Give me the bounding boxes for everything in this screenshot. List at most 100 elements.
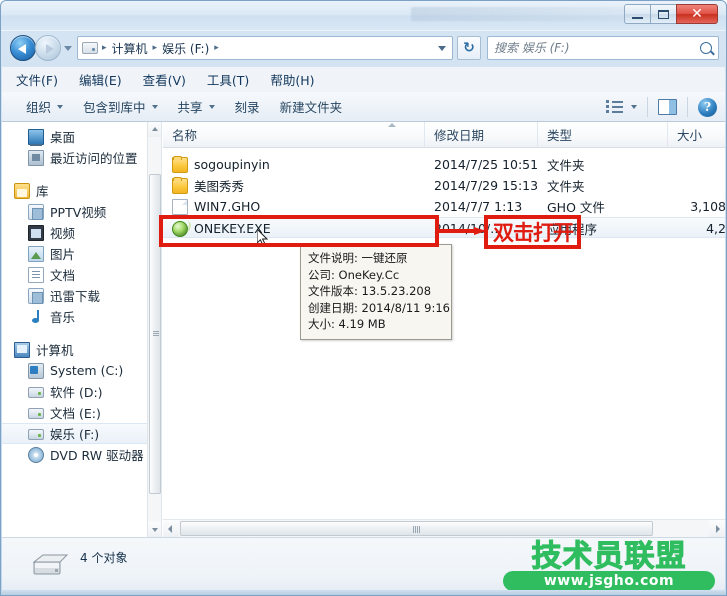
menu-item-edit[interactable]: 编辑(E) xyxy=(76,68,125,91)
sidebar-item-music[interactable]: 音乐 xyxy=(2,306,148,327)
column-header-type[interactable]: 类型 xyxy=(538,122,668,147)
drive-icon xyxy=(28,408,44,419)
sidebar-item-label: 娱乐 (F:) xyxy=(50,427,100,442)
sidebar-item-label: 文档 (E:) xyxy=(50,406,101,421)
sidebar-item-pptv-video[interactable]: PPTV视频 xyxy=(2,201,148,222)
scroll-right-button[interactable] xyxy=(709,520,725,537)
cell-name[interactable]: sogoupinyin xyxy=(163,154,425,175)
sidebar-item-label: 视频 xyxy=(50,226,76,241)
system-drive-icon xyxy=(28,362,44,379)
sidebar-item-label: 图片 xyxy=(50,247,76,262)
scroll-down-button[interactable] xyxy=(148,522,161,537)
address-bar[interactable]: ▸ 计算机 ▸ 娱乐 (F:) ▸ xyxy=(77,36,453,60)
toolbar-include-in-library[interactable]: 包含到库中 xyxy=(73,94,168,119)
status-item-count: 4 个对象 xyxy=(80,551,128,565)
sidebar-item-documents[interactable]: 文档 xyxy=(2,264,148,285)
pictures-library-icon xyxy=(28,245,44,262)
sidebar-item-label: 软件 (D:) xyxy=(50,385,103,400)
watermark-title: 技术员联盟 xyxy=(531,538,687,574)
sidebar-item-label: 迅雷下载 xyxy=(50,289,101,304)
column-header-size[interactable]: 大小 xyxy=(668,122,726,147)
search-icon xyxy=(700,42,712,54)
table-row[interactable]: WIN7.GHO 2014/7/7 1:13 GHO 文件 3,108 xyxy=(163,196,725,217)
menu-item-tools[interactable]: 工具(T) xyxy=(204,68,252,91)
close-button[interactable]: ✕ xyxy=(676,4,718,24)
sidebar-item-system-c[interactable]: System (C:) xyxy=(2,360,148,381)
search-input[interactable] xyxy=(494,41,700,55)
change-view-icon[interactable] xyxy=(606,100,623,114)
toolbar-burn[interactable]: 刻录 xyxy=(225,94,270,119)
sort-ascending-icon xyxy=(388,123,396,127)
command-toolbar: 组织 包含到库中 共享 刻录 新建文件夹 ? xyxy=(2,92,725,122)
sidebar-item-drive-f[interactable]: 娱乐 (F:) xyxy=(2,423,148,444)
address-chevron-down-icon[interactable] xyxy=(438,46,446,51)
toolbar-organize[interactable]: 组织 xyxy=(16,94,73,119)
table-row[interactable]: 美图秀秀 2014/7/29 15:13 文件夹 xyxy=(163,175,725,196)
minimize-button[interactable] xyxy=(624,4,650,24)
folder-icon xyxy=(172,155,188,173)
help-icon[interactable]: ? xyxy=(698,97,717,117)
preview-pane-icon[interactable] xyxy=(658,99,677,115)
cell-type: GHO 文件 xyxy=(547,200,605,215)
library-icon xyxy=(14,182,30,199)
cell-type: 文件夹 xyxy=(547,158,585,173)
navigation-scrollbar[interactable] xyxy=(147,122,161,537)
annotation-callout-label: 双击打开 xyxy=(493,221,574,245)
back-button[interactable] xyxy=(10,35,36,61)
breadcrumb-computer[interactable]: 计算机 xyxy=(109,40,151,57)
column-header-date-modified[interactable]: 修改日期 xyxy=(425,122,538,147)
cell-size xyxy=(668,154,725,175)
cell-size xyxy=(668,175,725,196)
sidebar-item-label: PPTV视频 xyxy=(50,205,107,220)
explorer-window: ✕ ▸ 计算机 ▸ 娱乐 (F:) ▸ ↻ 文件(F) 编辑(E) 查看(V) … xyxy=(0,0,727,596)
menu-item-view[interactable]: 查看(V) xyxy=(140,68,189,91)
dvd-drive-icon xyxy=(28,446,44,463)
annotation-highlight-box-file xyxy=(159,215,439,247)
breadcrumb-drive-f[interactable]: 娱乐 (F:) xyxy=(159,40,212,57)
address-bar-row: ▸ 计算机 ▸ 娱乐 (F:) ▸ ↻ xyxy=(1,31,726,66)
column-header-name[interactable]: 名称 xyxy=(163,122,425,147)
navigation-tree: 桌面 最近访问的位置 库 PPTV视频 视频 图片 文档 迅雷下载 音乐 计算机… xyxy=(2,122,148,537)
sidebar-item-thunder-downloads[interactable]: 迅雷下载 xyxy=(2,285,148,306)
title-bar-ghost-text xyxy=(411,7,636,21)
tooltip-company: 公司: OneKey.Cc xyxy=(308,267,400,282)
toolbar-divider xyxy=(687,97,688,117)
library-folder-icon xyxy=(28,287,44,304)
table-row[interactable]: sogoupinyin 2014/7/25 10:51 文件夹 xyxy=(163,154,725,175)
cell-date: 2014/7/25 10:51 xyxy=(434,157,539,172)
toolbar-divider xyxy=(647,97,648,117)
sidebar-item-libraries[interactable]: 库 xyxy=(2,180,148,201)
folder-icon xyxy=(172,176,188,194)
computer-icon xyxy=(14,341,30,358)
cell-name[interactable]: 美图秀秀 xyxy=(163,175,425,196)
toolbar-share[interactable]: 共享 xyxy=(168,94,225,119)
maximize-button[interactable] xyxy=(650,4,676,24)
sidebar-item-desktop[interactable]: 桌面 xyxy=(2,126,148,147)
sidebar-item-dvd-drive[interactable]: DVD RW 驱动器 xyxy=(2,444,148,465)
cell-name[interactable]: WIN7.GHO xyxy=(163,196,425,217)
sidebar-item-pictures[interactable]: 图片 xyxy=(2,243,148,264)
menu-item-help[interactable]: 帮助(H) xyxy=(267,68,317,91)
toolbar-right-group: ? xyxy=(606,92,717,122)
menu-item-file[interactable]: 文件(F) xyxy=(13,68,61,91)
toolbar-share-label: 共享 xyxy=(177,100,203,115)
tooltip-size: 大小: 4.19 MB xyxy=(308,317,386,331)
recent-locations-chevron-down-icon[interactable] xyxy=(64,44,73,53)
column-headers: 名称 修改日期 类型 大小 xyxy=(163,122,725,148)
sidebar-item-computer[interactable]: 计算机 xyxy=(2,339,148,360)
chevron-down-icon xyxy=(208,104,215,109)
sidebar-item-videos[interactable]: 视频 xyxy=(2,222,148,243)
sidebar-item-label: 计算机 xyxy=(36,343,74,358)
view-chevron-down-icon[interactable] xyxy=(631,105,637,109)
scroll-up-button[interactable] xyxy=(148,122,161,137)
refresh-button[interactable]: ↻ xyxy=(457,36,481,60)
search-box[interactable] xyxy=(487,36,719,60)
scroll-left-button[interactable] xyxy=(163,520,179,537)
sidebar-item-drive-d[interactable]: 软件 (D:) xyxy=(2,381,148,402)
sidebar-item-drive-e[interactable]: 文档 (E:) xyxy=(2,402,148,423)
file-info-tooltip: 文件说明: 一键还原 公司: OneKey.Cc 文件版本: 13.5.23.2… xyxy=(300,244,452,340)
navigation-pane: 桌面 最近访问的位置 库 PPTV视频 视频 图片 文档 迅雷下载 音乐 计算机… xyxy=(2,122,162,537)
toolbar-new-folder[interactable]: 新建文件夹 xyxy=(270,94,353,119)
sidebar-item-recent-places[interactable]: 最近访问的位置 xyxy=(2,147,148,168)
forward-button[interactable] xyxy=(35,35,61,61)
